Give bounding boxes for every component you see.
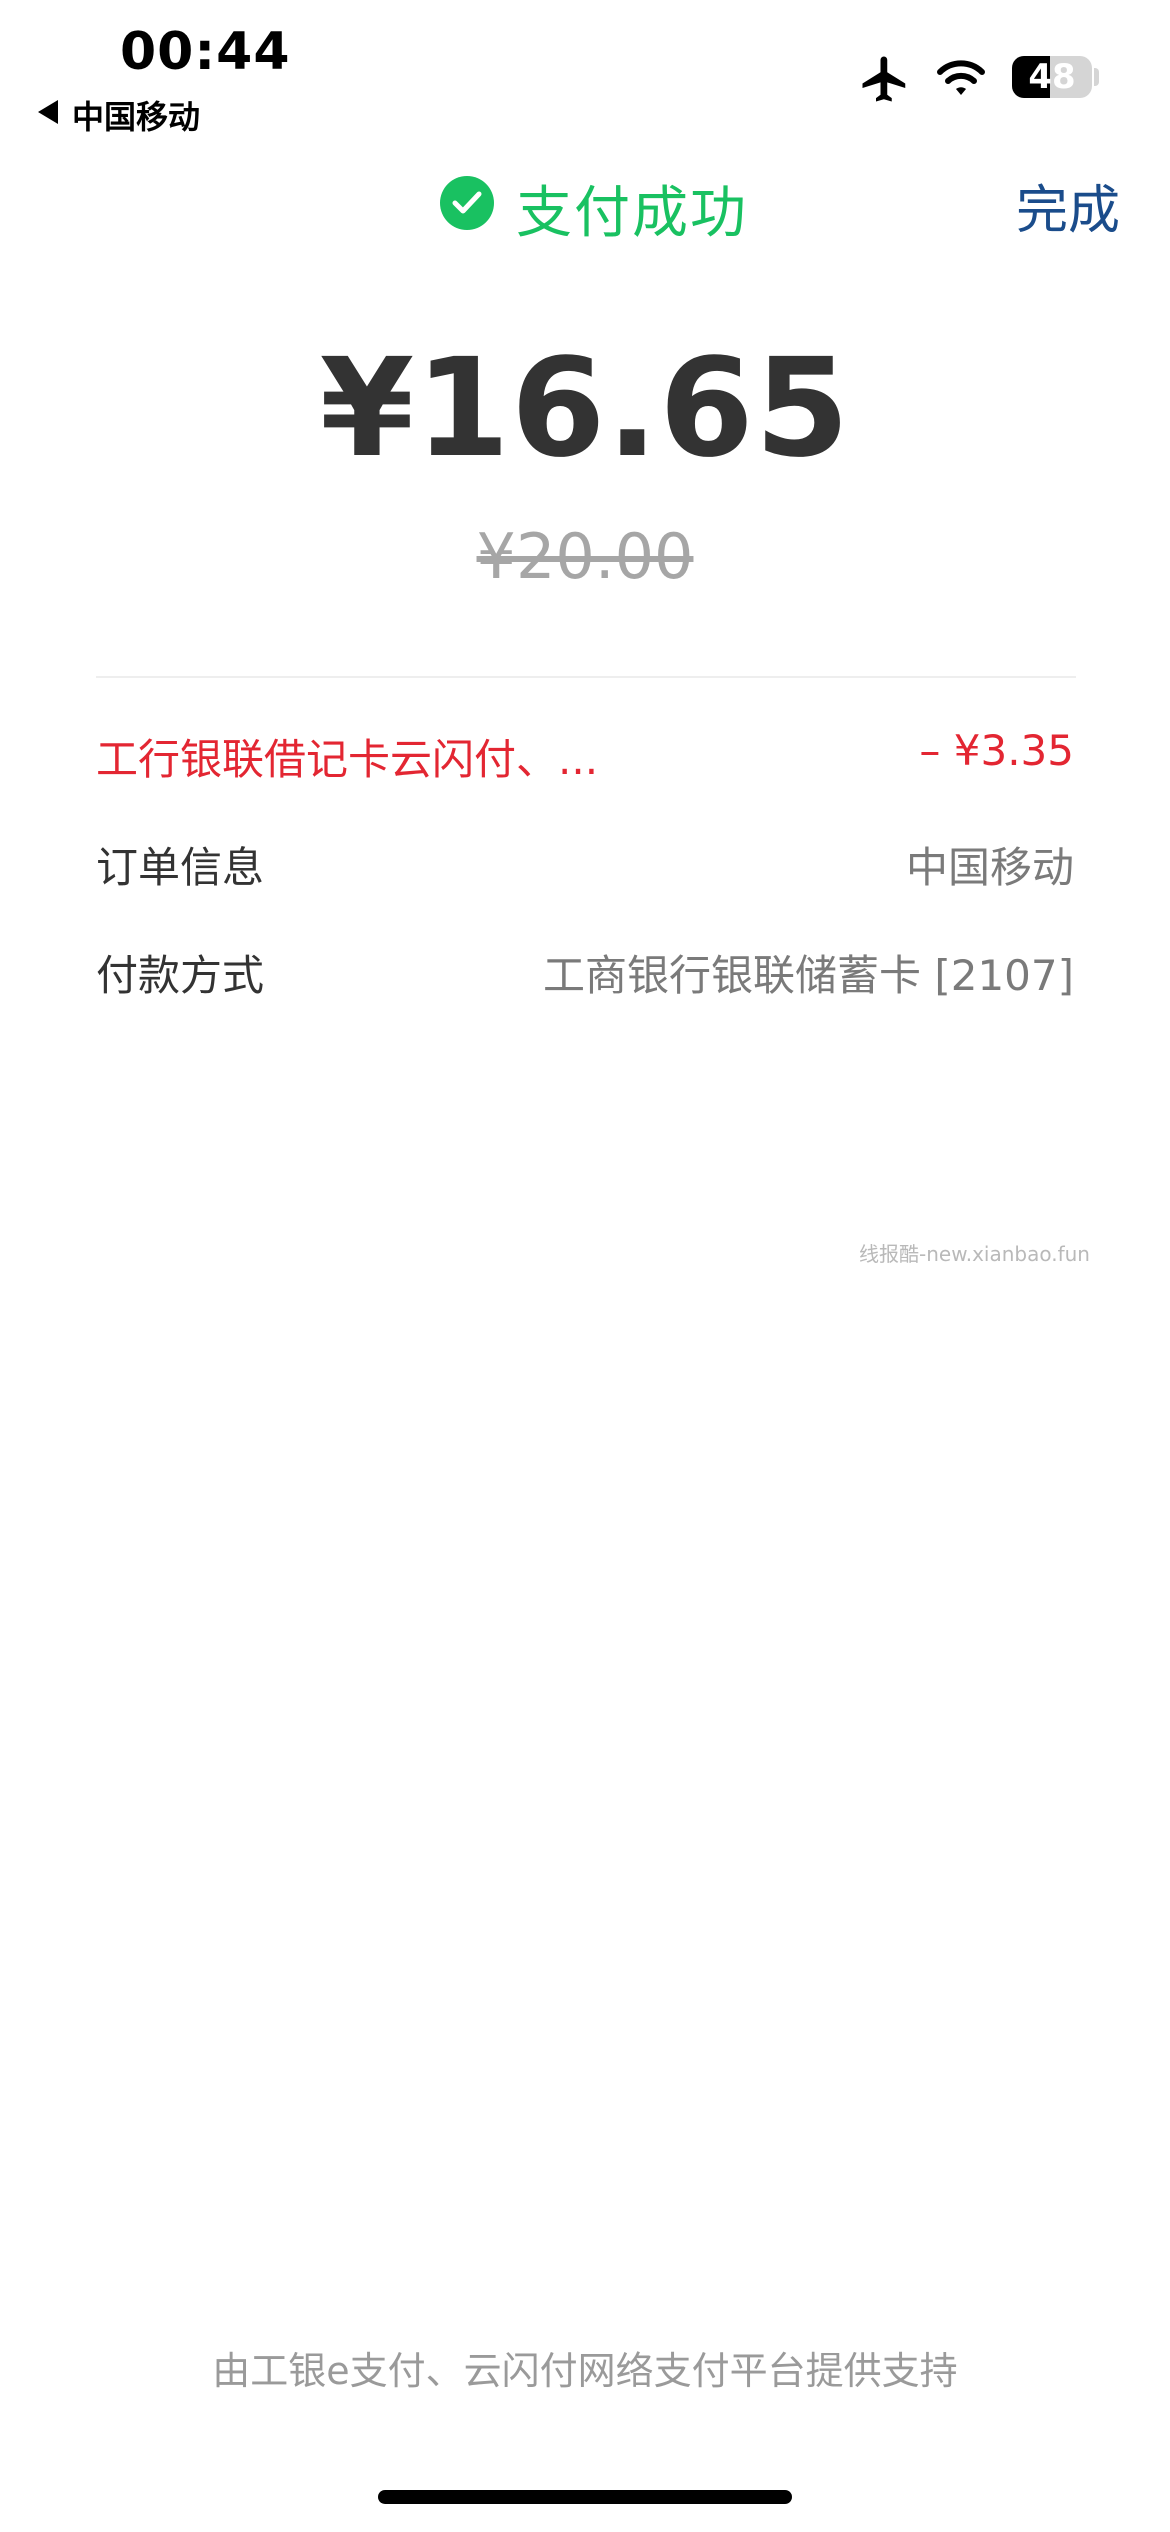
battery-level: 48 bbox=[1028, 57, 1076, 97]
original-amount: ¥20.00 bbox=[476, 520, 694, 593]
watermark: 线报酷-new.xianbao.fun bbox=[859, 1242, 1090, 1266]
status-time: 00:44 bbox=[120, 22, 291, 82]
back-to-app-label[interactable]: 中国移动 bbox=[72, 92, 200, 138]
payment-success-title: 支付成功 bbox=[516, 181, 748, 246]
done-button[interactable]: 完成 bbox=[1016, 168, 1120, 243]
airplane-icon bbox=[862, 56, 906, 102]
check-circle-icon bbox=[440, 176, 494, 230]
battery-nub bbox=[1094, 68, 1099, 86]
payment-method-value: 工商银行银联储蓄卡 [2107] bbox=[542, 951, 1074, 1000]
home-indicator[interactable] bbox=[378, 2490, 792, 2504]
promo-label: 工行银联借记卡云闪付、... bbox=[96, 735, 599, 784]
divider bbox=[96, 676, 1076, 678]
order-info-label: 订单信息 bbox=[96, 843, 265, 892]
paid-amount: ¥16.65 bbox=[319, 330, 851, 488]
back-arrow-icon[interactable] bbox=[38, 100, 58, 124]
wifi-icon bbox=[937, 60, 985, 95]
battery-icon: 48 bbox=[1012, 56, 1092, 98]
payment-method-label: 付款方式 bbox=[96, 951, 265, 1000]
promo-value: – ¥3.35 bbox=[919, 726, 1074, 775]
footer-support-text: 由工银e支付、云闪付网络支付平台提供支持 bbox=[212, 2349, 958, 2393]
order-info-value: 中国移动 bbox=[905, 843, 1074, 892]
